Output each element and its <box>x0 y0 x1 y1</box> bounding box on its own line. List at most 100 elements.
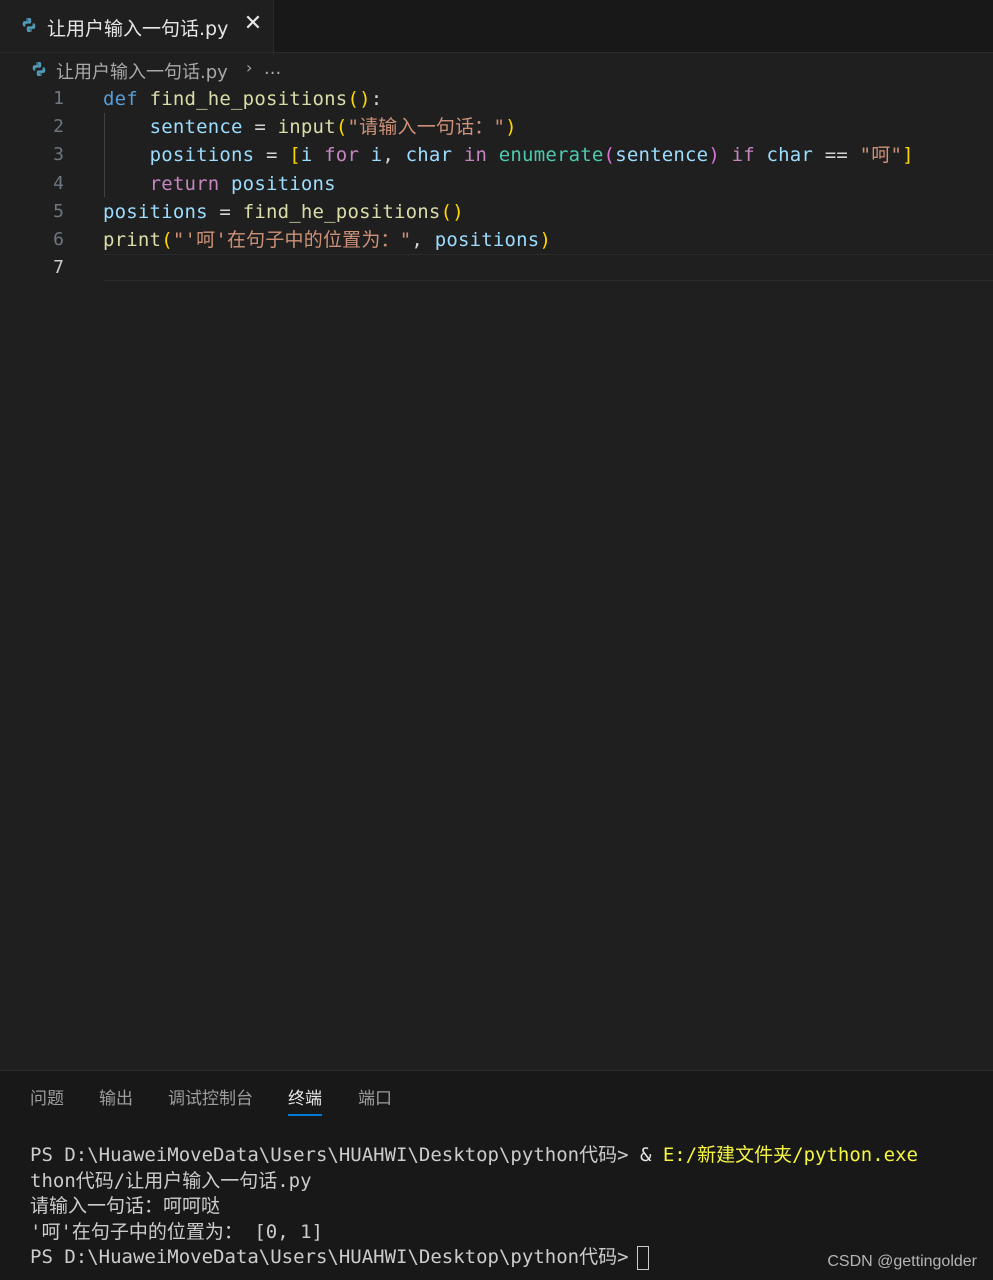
tab-problems[interactable]: 问题 <box>30 1086 64 1112</box>
code-editor[interactable]: 1 def find_he_positions(): 2 sentence = in… <box>0 85 993 1070</box>
code-text: return positions <box>103 170 336 198</box>
code-token: ) <box>505 116 517 139</box>
code-token: input <box>277 116 336 139</box>
code-token: enumerate <box>498 144 604 167</box>
terminal-line: thon代码/让用户输入一句话.py <box>30 1169 312 1192</box>
code-token: = <box>207 200 243 223</box>
breadcrumb-symbols[interactable]: ... <box>264 58 281 79</box>
terminal-line: PS D:\HuaweiMoveData\Users\HUAHWI\Deskto… <box>30 1143 985 1169</box>
code-token: char <box>766 144 814 167</box>
code-line[interactable]: 2 sentence = input("请输入一句话：") <box>0 113 993 141</box>
terminal-line: 请输入一句话：呵呵哒 <box>30 1195 221 1217</box>
code-line[interactable]: 7 <box>0 254 993 282</box>
code-token: ( <box>347 88 360 110</box>
code-token: return <box>149 172 220 195</box>
code-token: == <box>813 144 860 167</box>
terminal-command: E:/新建文件夹/python.exe <box>662 1144 918 1166</box>
code-token: ) <box>452 200 464 223</box>
code-token: = <box>254 144 290 167</box>
terminal-prompt: PS D:\HuaweiMoveData\Users\HUAHWI\Deskto… <box>30 1246 629 1268</box>
close-icon[interactable]: ✕ <box>243 12 263 36</box>
code-token: if <box>731 144 755 167</box>
code-token: "呵" <box>859 144 903 167</box>
code-token: for <box>324 144 360 167</box>
code-line[interactable]: 5 positions = find_he_positions() <box>0 198 993 226</box>
breadcrumb: 让用户输入一句话.py › ... <box>0 53 993 85</box>
line-number: 6 <box>53 229 64 250</box>
python-icon <box>22 18 36 32</box>
line-number: 2 <box>53 116 64 138</box>
code-token: ) <box>708 144 720 167</box>
code-token: ) <box>539 229 552 251</box>
code-token: ( <box>161 229 173 251</box>
terminal-amp: & <box>639 1144 663 1166</box>
tab-output[interactable]: 输出 <box>99 1086 133 1112</box>
line-number: 4 <box>53 172 64 194</box>
terminal-line: '呵'在句子中的位置为： [0, 1] <box>30 1220 323 1243</box>
code-token: positions <box>434 229 540 251</box>
code-text: sentence = input("请输入一句话：") <box>103 113 517 141</box>
bottom-panel: 问题 输出 调试控制台 终端 端口 PS D:\HuaweiMoveData\U… <box>0 1070 993 1280</box>
tab-terminal[interactable]: 终端 <box>288 1086 322 1116</box>
tab-debug-console[interactable]: 调试控制台 <box>168 1086 253 1112</box>
python-icon <box>32 62 46 76</box>
terminal-cursor <box>636 1245 649 1270</box>
code-token: = <box>242 116 278 139</box>
code-token: in <box>463 144 488 167</box>
line-number: 1 <box>53 88 64 109</box>
code-token: sentence <box>615 144 709 167</box>
code-text: positions = find_he_positions() <box>103 198 464 226</box>
tab-filename: 让用户输入一句话.py <box>47 18 229 40</box>
code-token: sentence <box>149 116 243 139</box>
code-token: "请输入一句话：" <box>347 116 506 139</box>
code-token: print <box>103 229 162 251</box>
editor-tab-active[interactable]: 让用户输入一句话.py ✕ <box>0 0 274 52</box>
terminal-output[interactable]: PS D:\HuaweiMoveData\Users\HUAHWI\Deskto… <box>30 1143 985 1271</box>
code-token: ] <box>902 144 914 167</box>
line-number: 5 <box>53 200 64 222</box>
line-number: 7 <box>53 257 64 279</box>
code-token: positions <box>231 172 336 195</box>
code-token: char <box>405 144 453 167</box>
code-token: , <box>411 229 435 251</box>
code-token: ( <box>440 200 453 223</box>
code-line[interactable]: 4 return positions <box>0 170 993 198</box>
tab-ports[interactable]: 端口 <box>358 1086 392 1112</box>
code-token: i <box>300 144 313 167</box>
line-number: 3 <box>53 144 64 166</box>
editor-tab-bar: 让用户输入一句话.py ✕ <box>0 0 993 53</box>
code-token: find_he_positions <box>149 88 348 110</box>
code-line[interactable]: 1 def find_he_positions(): <box>0 85 993 113</box>
chevron-right-icon: › <box>246 58 253 77</box>
code-text: positions = [i for i, char in enumerate(… <box>103 141 914 169</box>
code-line[interactable]: 3 positions = [i for i, char in enumerat… <box>0 141 993 169</box>
code-token: "'呵'在句子中的位置为：" <box>172 229 412 251</box>
code-text: def find_he_positions(): <box>103 85 382 113</box>
terminal-prompt: PS D:\HuaweiMoveData\Users\HUAHWI\Deskto… <box>30 1144 640 1166</box>
breadcrumb-file[interactable]: 让用户输入一句话.py <box>56 58 228 84</box>
code-token: ( <box>603 144 616 167</box>
code-token: : <box>370 88 383 110</box>
code-token: ) <box>359 88 371 110</box>
code-token: [ <box>289 144 301 167</box>
code-token: , <box>382 144 406 167</box>
code-token: ( <box>335 116 348 139</box>
watermark: CSDN @gettingolder <box>827 1253 977 1270</box>
code-text: print("'呵'在句子中的位置为：", positions) <box>103 226 551 254</box>
code-token: find_he_positions <box>242 200 441 223</box>
code-token: i <box>370 144 383 167</box>
code-line[interactable]: 6 print("'呵'在句子中的位置为：", positions) <box>0 226 993 254</box>
code-token: def <box>103 88 138 110</box>
code-token: positions <box>149 144 255 167</box>
code-token: positions <box>103 200 208 223</box>
